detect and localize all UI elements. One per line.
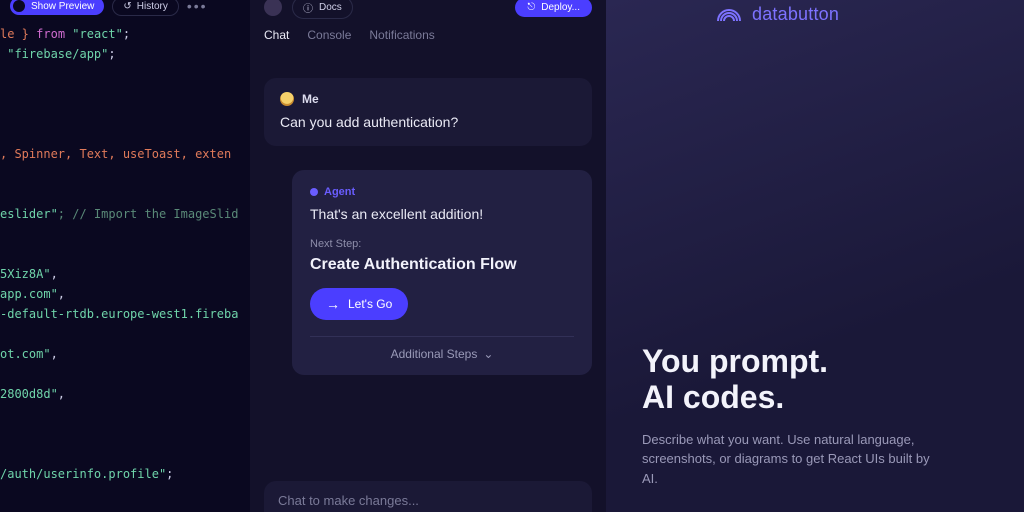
history-icon: ↺ [123, 1, 131, 12]
user-avatar[interactable] [264, 0, 282, 16]
marketing-panel: databutton You prompt. AI codes. Describ… [606, 0, 1024, 512]
chat-scroll[interactable]: Me Can you add authentication? Agent Tha… [250, 52, 606, 512]
more-menu-button[interactable]: ••• [187, 0, 208, 14]
rainbow-icon [716, 7, 742, 23]
user-message-text: Can you add authentication? [280, 114, 576, 130]
hero-line1: You prompt. [642, 343, 828, 379]
hero-heading: You prompt. AI codes. [642, 344, 988, 416]
tab-console[interactable]: Console [307, 28, 351, 42]
additional-steps-toggle[interactable]: Additional Steps ⌄ [310, 347, 574, 361]
hero: You prompt. AI codes. Describe what you … [642, 344, 988, 488]
user-emoji-icon [280, 92, 294, 106]
brand[interactable]: databutton [716, 4, 839, 25]
next-step-label: Next Step: [310, 238, 574, 250]
tab-chat[interactable]: Chat [264, 28, 289, 42]
hero-sub: Describe what you want. Use natural lang… [642, 430, 942, 489]
hero-line2: AI codes. [642, 379, 784, 415]
docs-label: Docs [319, 2, 342, 13]
chat-tabs: Chat Console Notifications [250, 20, 606, 52]
code-toolbar: Show Preview ↺ History ••• [0, 0, 250, 20]
lets-go-button[interactable]: → Let's Go [310, 288, 408, 320]
history-label: History [137, 1, 168, 12]
code-editor-panel: Show Preview ↺ History ••• le } from "re… [0, 0, 250, 512]
message-agent: Agent That's an excellent addition! Next… [292, 170, 592, 375]
message-user: Me Can you add authentication? [264, 78, 592, 146]
deploy-icon: ⎋ [527, 2, 535, 13]
chat-panel: ⓘ Docs ⎋ Deploy... Chat Console Notifica… [250, 0, 606, 512]
chat-topbar: ⓘ Docs ⎋ Deploy... [250, 0, 606, 20]
agent-label-text: Agent [324, 186, 355, 198]
info-icon: ⓘ [303, 0, 313, 15]
chat-input[interactable]: Chat to make changes... [264, 481, 592, 512]
docs-button[interactable]: ⓘ Docs [292, 0, 353, 19]
divider [310, 336, 574, 337]
additional-steps-label: Additional Steps [391, 347, 478, 361]
code-body[interactable]: le } from "react"; "firebase/app"; , Spi… [0, 20, 250, 484]
user-name: Me [302, 92, 319, 106]
arrow-right-icon: → [326, 296, 340, 312]
next-step-title: Create Authentication Flow [310, 256, 574, 274]
chat-input-placeholder: Chat to make changes... [278, 493, 419, 508]
deploy-label: Deploy... [541, 2, 580, 13]
agent-message-text: That's an excellent addition! [310, 206, 574, 222]
agent-dot-icon [310, 188, 318, 196]
chevron-down-icon: ⌄ [483, 347, 493, 361]
toggle-knob-icon [13, 0, 25, 12]
show-preview-toggle[interactable]: Show Preview [10, 0, 104, 15]
show-preview-label: Show Preview [31, 1, 94, 12]
lets-go-label: Let's Go [348, 297, 392, 311]
deploy-button[interactable]: ⎋ Deploy... [515, 0, 592, 17]
tab-notifications[interactable]: Notifications [369, 28, 434, 42]
history-button[interactable]: ↺ History [112, 0, 179, 16]
brand-text: databutton [752, 4, 839, 25]
